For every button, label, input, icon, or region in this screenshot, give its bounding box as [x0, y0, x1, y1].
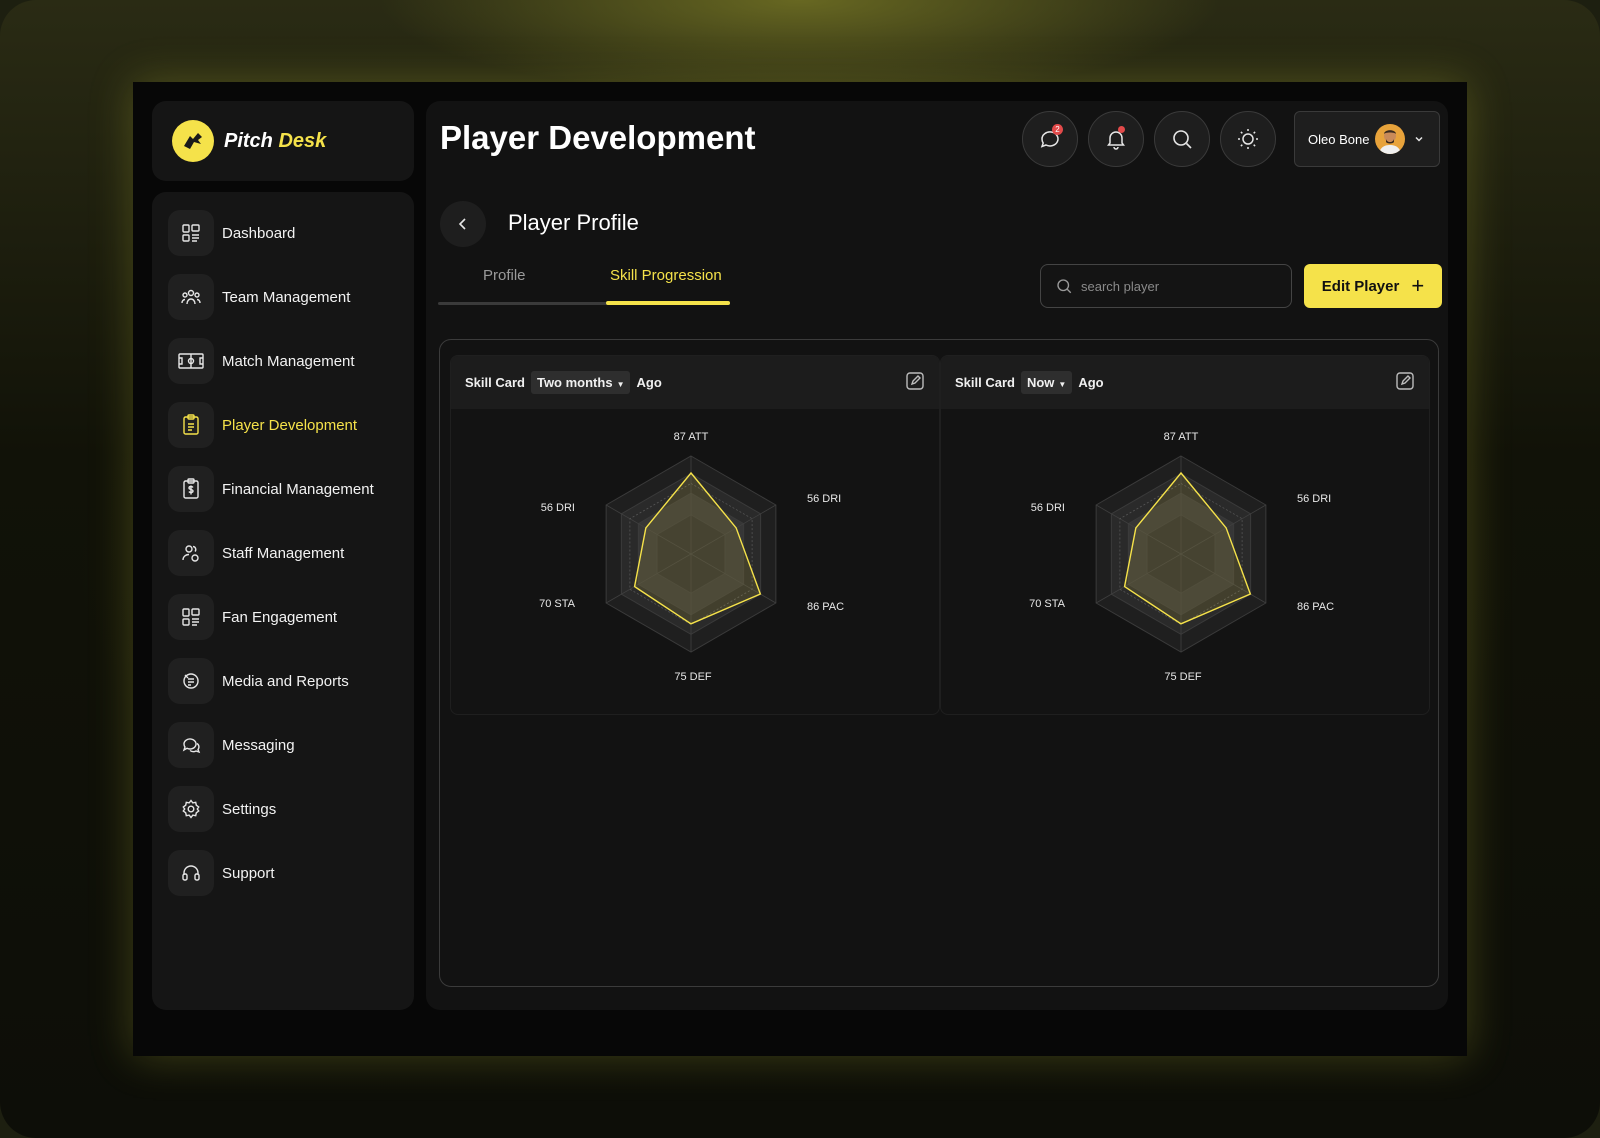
sidebar-item-label: Settings [222, 800, 277, 818]
card-suffix: Ago [636, 375, 662, 390]
search-icon [1057, 279, 1072, 294]
sidebar-item-label: Team Management [222, 288, 351, 306]
sidebar-item-label: Messaging [222, 736, 295, 754]
caret-down-icon: ▼ [616, 380, 625, 389]
radar-axis-label: 86 PAC [807, 601, 844, 613]
radar-axis-label: 87 ATT [674, 431, 709, 443]
search-button[interactable] [1154, 111, 1210, 167]
sidebar-item-team-management[interactable]: Team Management [168, 274, 414, 320]
staff-icon [168, 530, 214, 576]
sidebar-item-media-and-reports[interactable]: Media and Reports [168, 658, 414, 704]
search-box[interactable] [1040, 264, 1292, 308]
sidebar-nav: Dashboard Team Management Match Manageme… [152, 192, 414, 1010]
sidebar-item-fan-engagement[interactable]: Fan Engagement [168, 594, 414, 640]
radar-axis-label: 75 DEF [1164, 671, 1202, 683]
search-icon [1173, 130, 1192, 149]
plus-icon: + [1411, 273, 1425, 298]
active-tab-indicator [606, 301, 730, 305]
radar-axis-label: 56 DRI [541, 502, 575, 514]
sidebar-item-label: Staff Management [222, 544, 345, 562]
dashboard-icon [168, 210, 214, 256]
team-icon [168, 274, 214, 320]
eagle-logo-icon [172, 120, 214, 162]
radar-axis-label: 87 ATT [1164, 431, 1199, 443]
sidebar-item-label: Player Development [222, 416, 358, 434]
sidebar-item-settings[interactable]: Settings [168, 786, 414, 832]
back-button[interactable] [440, 201, 486, 247]
period-value: Now [1026, 375, 1055, 390]
chevron-left-icon [458, 218, 466, 230]
search-input[interactable] [1081, 278, 1281, 294]
notifications-button[interactable] [1088, 111, 1144, 167]
section-title: Player Profile [508, 210, 639, 235]
sidebar-item-messaging[interactable]: Messaging [168, 722, 414, 768]
sidebar-item-label: Media and Reports [222, 672, 349, 690]
clipboard-icon [168, 402, 214, 448]
header-actions: 2 Oleo Bone [1022, 111, 1440, 167]
radar-axis-label: 56 DRI [807, 493, 841, 505]
finance-icon [168, 466, 214, 512]
edit-player-label: Edit Player [1321, 277, 1400, 295]
period-select[interactable]: Two months ▼ [530, 371, 631, 394]
sidebar-item-label: Dashboard [222, 224, 296, 242]
radar-axis-label: 70 STA [539, 598, 576, 610]
tab-skill-progression[interactable]: Skill Progression [610, 267, 722, 284]
grid-icon [168, 594, 214, 640]
headset-icon [168, 850, 214, 896]
brand-logo-block[interactable]: Pitch Desk [152, 101, 414, 181]
main-panel: Player Development 2 Oleo Bone Player Pr… [426, 101, 1448, 1010]
radar-axis-label: 56 DRI [1297, 493, 1331, 505]
profile-tabs: Profile Skill Progression [438, 267, 730, 307]
card-header: Skill Card Now ▼ Ago [941, 356, 1429, 409]
card-header: Skill Card Two months ▼ Ago [451, 356, 939, 409]
card-title: Skill Card [955, 375, 1015, 390]
card-suffix: Ago [1078, 375, 1104, 390]
period-select[interactable]: Now ▼ [1020, 371, 1073, 394]
radar-axis-label: 70 STA [1029, 598, 1066, 610]
sidebar-item-label: Support [222, 864, 275, 882]
theme-toggle-button[interactable] [1220, 111, 1276, 167]
sun-icon [1238, 129, 1258, 149]
sidebar-item-dashboard[interactable]: Dashboard [168, 210, 414, 256]
media-icon [168, 658, 214, 704]
brand-name-part1: Pitch [224, 129, 273, 152]
radar-axis-label: 75 DEF [674, 671, 712, 683]
chevron-down-icon [1415, 136, 1423, 142]
user-menu[interactable]: Oleo Bone [1294, 111, 1440, 167]
chat-icon [168, 722, 214, 768]
brand-name-part2: Desk [278, 129, 327, 152]
page-title: Player Development [440, 119, 756, 156]
avatar [1375, 124, 1406, 154]
sidebar-item-support[interactable]: Support [168, 850, 414, 896]
sidebar-item-label: Fan Engagement [222, 608, 338, 626]
skill-card-now: Skill Card Now ▼ Ago 87 ATT 56 DRI 86 PAC 75… [940, 355, 1430, 715]
card-title: Skill Card [465, 375, 525, 390]
sidebar-item-player-development[interactable]: Player Development [168, 402, 414, 448]
radar-axis-label: 56 DRI [1031, 502, 1065, 514]
sidebar-item-label: Match Management [222, 352, 355, 370]
sidebar-item-match-management[interactable]: Match Management [168, 338, 414, 384]
skill-cards-panel: Skill Card Two months ▼ Ago 87 ATT 56 DRI 8… [439, 339, 1439, 987]
messages-button[interactable]: 2 [1022, 111, 1078, 167]
edit-player-button[interactable]: Edit Player + [1304, 264, 1442, 308]
edit-icon[interactable] [905, 371, 925, 391]
gear-icon [168, 786, 214, 832]
sidebar-item-staff-management[interactable]: Staff Management [168, 530, 414, 576]
pitch-icon [168, 338, 214, 384]
brand-name: Pitch Desk [224, 130, 326, 153]
radar-chart: 87 ATT 56 DRI 86 PAC 75 DEF 70 STA 56 DRI [1029, 431, 1334, 683]
notification-dot [1118, 126, 1125, 133]
tab-profile[interactable]: Profile [483, 267, 526, 284]
skill-card-two-months: Skill Card Two months ▼ Ago 87 ATT 56 DRI 8… [450, 355, 940, 715]
period-value: Two months [536, 375, 613, 390]
message-badge: 2 [1052, 124, 1063, 135]
caret-down-icon: ▼ [1058, 380, 1067, 389]
edit-icon[interactable] [1395, 371, 1415, 391]
radar-axis-label: 86 PAC [1297, 601, 1334, 613]
user-name: Oleo Bone [1308, 131, 1370, 147]
sidebar-item-label: Financial Management [222, 480, 374, 498]
sidebar-item-financial-management[interactable]: Financial Management [168, 466, 414, 512]
radar-chart: 87 ATT 56 DRI 86 PAC 75 DEF 70 STA 56 DRI [539, 431, 844, 683]
